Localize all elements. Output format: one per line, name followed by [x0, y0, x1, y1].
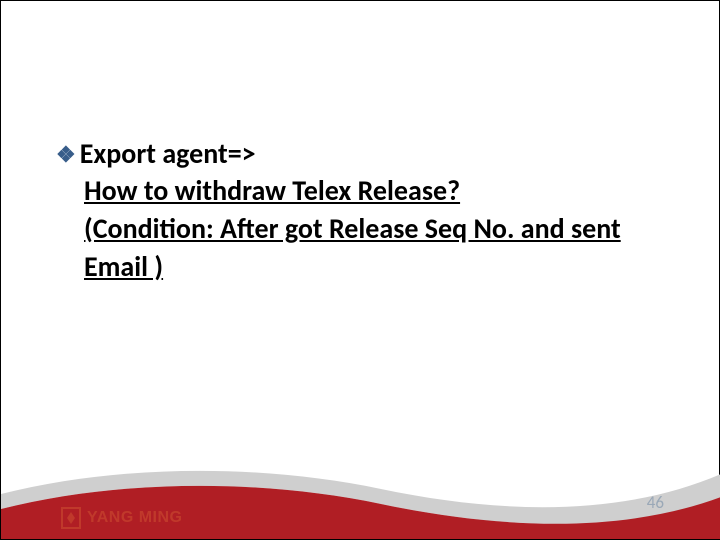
- logo-diamond-icon: [67, 512, 75, 524]
- slide: ❖Export agent=> How to withdraw Telex Re…: [0, 0, 720, 540]
- bullet-line: ❖Export agent=>: [56, 136, 674, 172]
- diamond-bullet-icon: ❖: [56, 141, 76, 170]
- brand-logo: YANG MING: [61, 507, 182, 529]
- logo-mark-icon: [61, 507, 81, 529]
- heading-line-1: How to withdraw Telex Release?: [84, 172, 674, 210]
- content-block: ❖Export agent=> How to withdraw Telex Re…: [56, 136, 674, 286]
- heading-line-2: (Condition: After got Release Seq No. an…: [84, 210, 674, 286]
- page-number: 46: [647, 492, 664, 513]
- footer: YANG MING 46: [1, 449, 719, 539]
- logo-text: YANG MING: [87, 509, 182, 527]
- bullet-text: Export agent=>: [80, 136, 256, 171]
